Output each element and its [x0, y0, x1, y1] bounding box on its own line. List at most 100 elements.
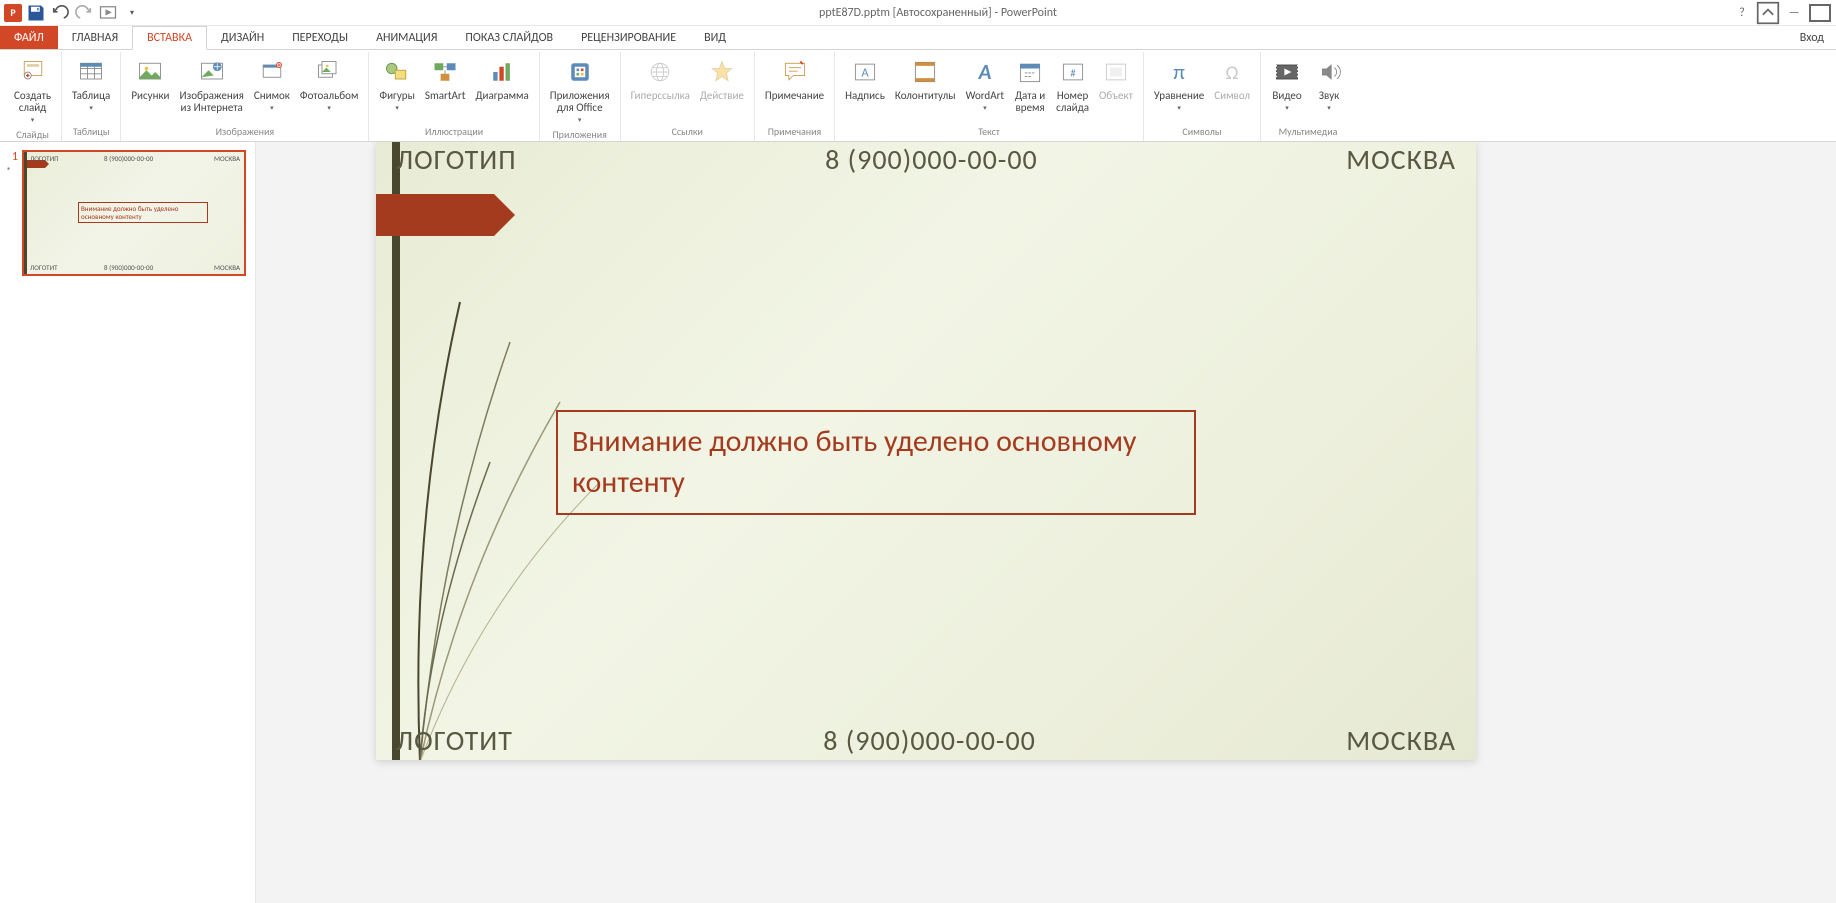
- tab-home[interactable]: ГЛАВНАЯ: [58, 26, 132, 49]
- tab-view[interactable]: ВИД: [690, 26, 740, 49]
- apps-for-office-button[interactable]: Приложения для Office ▾: [546, 54, 614, 126]
- chart-button[interactable]: Диаграмма: [471, 54, 532, 104]
- ribbon-display-button[interactable]: [1756, 3, 1780, 23]
- quick-access-toolbar: P ▾: [0, 3, 146, 23]
- equation-button[interactable]: π Уравнение ▾: [1150, 54, 1208, 114]
- chevron-down-icon: ▾: [395, 103, 399, 112]
- chevron-down-icon: ▾: [1327, 103, 1331, 112]
- group-illustrations: Фигуры ▾ SmartArt Диаграмма Иллюстрации: [369, 52, 539, 141]
- signin-link[interactable]: Вход: [1788, 26, 1836, 49]
- audio-icon: [1313, 56, 1345, 88]
- smartart-icon: [429, 56, 461, 88]
- header-footer-button[interactable]: Колонтитулы: [891, 54, 960, 104]
- thumbnail-number: 1: [6, 150, 18, 164]
- video-button[interactable]: Видео ▾: [1267, 54, 1307, 114]
- shapes-button[interactable]: Фигуры ▾: [375, 54, 419, 114]
- slide-1[interactable]: ЛОГОТИП 8 (900)000-00-00 МОСКВА Внимание…: [376, 142, 1476, 760]
- slide-thumbnail-panel: 1 * ЛОГОТИП 8 (900)000-00-00 МОСКВА Вним…: [0, 142, 256, 903]
- app-icon: P: [4, 4, 22, 22]
- online-pictures-icon: [196, 56, 228, 88]
- ribbon: Создать слайд ▾ Слайды Таблица ▾ Таблицы…: [0, 50, 1836, 142]
- chevron-down-icon: ▾: [31, 115, 35, 124]
- titlebar: P ▾ pptE87D.pptm [Автосохраненный] - Pow…: [0, 0, 1836, 26]
- apps-icon: [564, 56, 596, 88]
- qat-dropdown[interactable]: ▾: [122, 3, 142, 23]
- picture-icon: [134, 56, 166, 88]
- textbox-button[interactable]: A Надпись: [841, 54, 889, 104]
- window-controls: ? —: [1730, 3, 1836, 23]
- footer-phone[interactable]: 8 (900)000-00-00: [823, 723, 1036, 758]
- action-icon: [706, 56, 738, 88]
- group-apps: Приложения для Office ▾ Приложения: [540, 52, 621, 141]
- svg-text:#: #: [1070, 66, 1076, 79]
- tab-animation[interactable]: АНИМАЦИЯ: [362, 26, 451, 49]
- group-images: Рисунки Изображения из Интернета Снимок …: [121, 52, 369, 141]
- svg-text:Ω: Ω: [1226, 62, 1239, 85]
- tab-insert[interactable]: ВСТАВКА: [132, 26, 207, 50]
- comment-button[interactable]: Примечание: [761, 54, 828, 104]
- slide-number-icon: #: [1057, 56, 1089, 88]
- header-phone[interactable]: 8 (900)000-00-00: [825, 142, 1038, 182]
- chevron-down-icon: ▾: [1177, 103, 1181, 112]
- group-comments: Примечание Примечания: [755, 52, 835, 141]
- table-icon: [75, 56, 107, 88]
- wordart-button[interactable]: A WordArt ▾: [962, 54, 1008, 114]
- workspace: 1 * ЛОГОТИП 8 (900)000-00-00 МОСКВА Вним…: [0, 142, 1836, 903]
- group-tables: Таблица ▾ Таблицы: [62, 52, 121, 141]
- new-slide-button[interactable]: Создать слайд ▾: [10, 54, 55, 126]
- slide-thumbnail-1[interactable]: ЛОГОТИП 8 (900)000-00-00 МОСКВА Внимание…: [22, 150, 246, 276]
- undo-button[interactable]: [50, 3, 70, 23]
- maximize-button[interactable]: [1808, 3, 1832, 23]
- table-button[interactable]: Таблица ▾: [68, 54, 114, 114]
- chevron-down-icon: ▾: [89, 103, 93, 112]
- pictures-button[interactable]: Рисунки: [127, 54, 173, 104]
- hyperlink-button: Гиперссылка: [627, 54, 694, 104]
- object-button: Объект: [1095, 54, 1137, 104]
- help-button[interactable]: ?: [1730, 3, 1754, 23]
- arrow-decoration: [376, 194, 494, 236]
- tab-transitions[interactable]: ПЕРЕХОДЫ: [278, 26, 362, 49]
- new-slide-icon: [17, 56, 49, 88]
- screenshot-button[interactable]: Снимок ▾: [250, 54, 294, 114]
- save-button[interactable]: [26, 3, 46, 23]
- footer-logo[interactable]: ЛОГОТИТ: [396, 723, 513, 758]
- photo-album-icon: [313, 56, 345, 88]
- content-textbox[interactable]: Внимание должно быть уделено основному к…: [556, 410, 1196, 515]
- group-slides: Создать слайд ▾ Слайды: [4, 52, 62, 141]
- header-city[interactable]: МОСКВА: [1346, 142, 1456, 182]
- chevron-down-icon: ▾: [578, 115, 582, 124]
- tab-review[interactable]: РЕЦЕНЗИРОВАНИЕ: [567, 26, 690, 49]
- slide-canvas-area[interactable]: ЛОГОТИП 8 (900)000-00-00 МОСКВА Внимание…: [256, 142, 1836, 903]
- audio-button[interactable]: Звук ▾: [1309, 54, 1349, 114]
- equation-icon: π: [1163, 56, 1195, 88]
- svg-text:A: A: [977, 59, 991, 85]
- smartart-button[interactable]: SmartArt: [421, 54, 470, 104]
- slide-header: ЛОГОТИП 8 (900)000-00-00 МОСКВА: [376, 142, 1476, 182]
- redo-button[interactable]: [74, 3, 94, 23]
- animation-indicator-icon[interactable]: *: [6, 164, 18, 177]
- chevron-down-icon: ▾: [270, 103, 274, 112]
- window-title: pptE87D.pptm [Автосохраненный] - PowerPo…: [146, 6, 1730, 20]
- datetime-icon: [1014, 56, 1046, 88]
- minimize-button[interactable]: —: [1782, 3, 1806, 23]
- chevron-down-icon: ▾: [327, 103, 331, 112]
- photo-album-button[interactable]: Фотоальбом ▾: [296, 54, 362, 114]
- header-logo[interactable]: ЛОГОТИП: [396, 142, 517, 182]
- tab-file[interactable]: ФАЙЛ: [0, 26, 58, 49]
- date-time-button[interactable]: Дата и время: [1010, 54, 1050, 116]
- online-pictures-button[interactable]: Изображения из Интернета: [176, 54, 248, 116]
- group-media: Видео ▾ Звук ▾ Мультимедиа: [1261, 52, 1355, 141]
- group-links: Гиперссылка Действие Ссылки: [621, 52, 755, 141]
- svg-text:π: π: [1173, 59, 1185, 85]
- slide-number-button[interactable]: # Номер слайда: [1052, 54, 1093, 116]
- chevron-down-icon: ▾: [1285, 103, 1289, 112]
- wordart-icon: A: [969, 56, 1001, 88]
- tab-slideshow[interactable]: ПОКАЗ СЛАЙДОВ: [451, 26, 567, 49]
- shapes-icon: [381, 56, 413, 88]
- symbol-icon: Ω: [1216, 56, 1248, 88]
- footer-city[interactable]: МОСКВА: [1346, 723, 1456, 758]
- start-from-beginning-button[interactable]: [98, 3, 118, 23]
- tab-design[interactable]: ДИЗАЙН: [207, 26, 278, 49]
- comment-icon: [779, 56, 811, 88]
- header-footer-icon: [909, 56, 941, 88]
